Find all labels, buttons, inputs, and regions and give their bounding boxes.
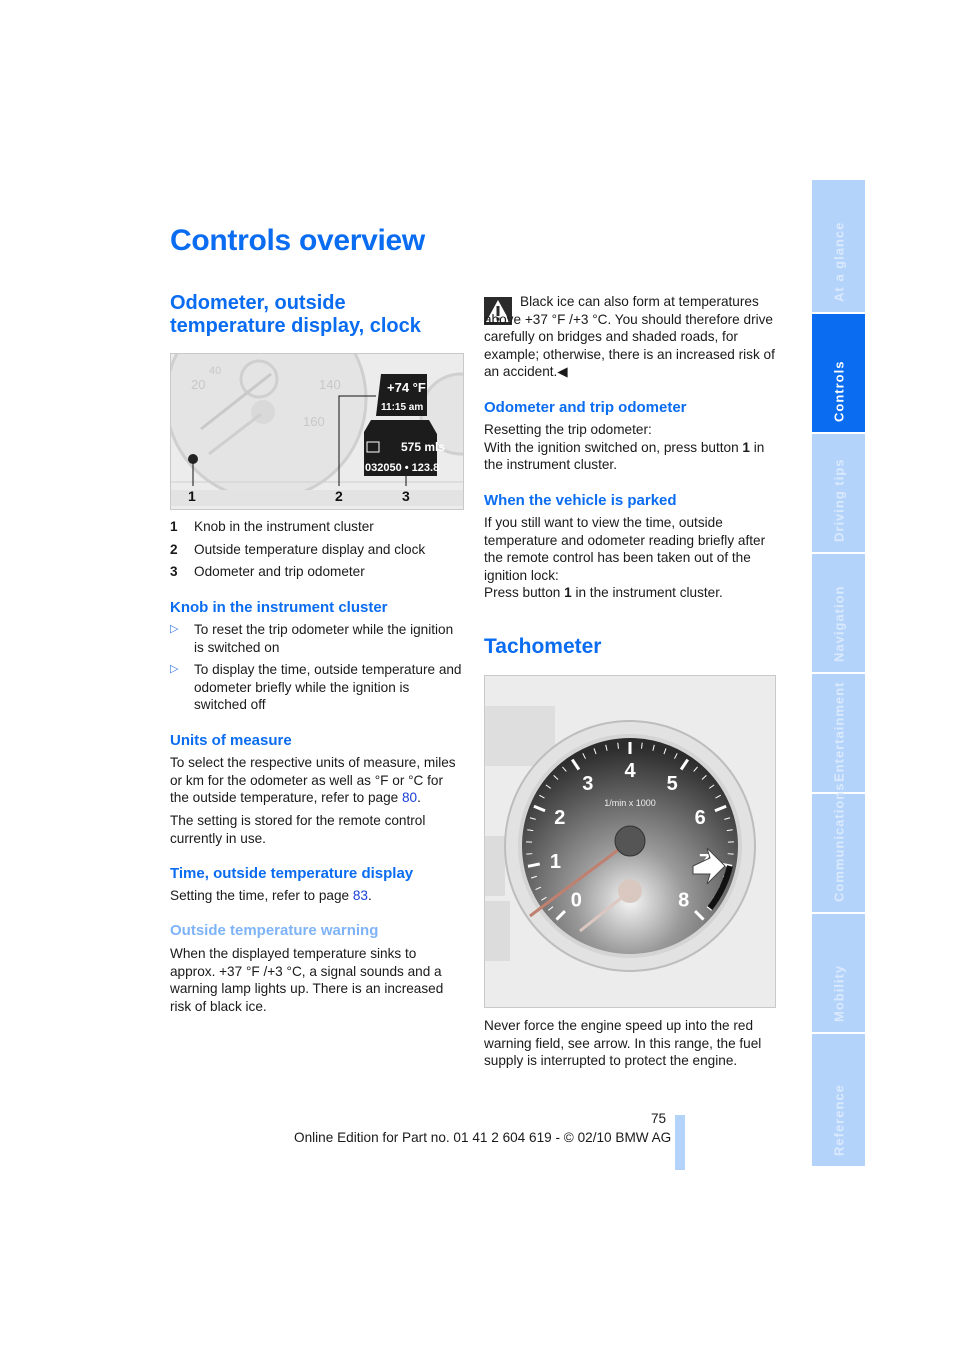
temp-warning-paragraph: When the displayed temperature sinks to … [170, 946, 444, 1014]
tach-number-3: 3 [582, 773, 593, 795]
page-link-80[interactable]: 80 [402, 790, 417, 805]
gauge-label: 40 [209, 365, 221, 377]
tach-minor-tick [641, 742, 643, 749]
callout-2: 2 [335, 488, 343, 504]
odometer-readout: 032050 • 123.8 [365, 462, 439, 474]
tach-number-1: 1 [550, 851, 561, 873]
tachometer-paragraph: Never force the engine speed up into the… [484, 1018, 762, 1069]
figure-legend: 1 Knob in the instrument cluster 2 Outside… [170, 518, 462, 586]
tach-number-5: 5 [667, 773, 678, 795]
black-ice-warning: Black ice can also form at temperatures … [484, 294, 775, 380]
subheading-temp-warning: Outside temperature warning [170, 922, 379, 939]
section-heading-odometer: Odometer, outside temperature display, c… [170, 292, 421, 337]
tach-number-8: 8 [678, 890, 689, 912]
side-tab-at-a-glance[interactable]: At a glance [812, 180, 865, 312]
legend-item: 3 Odometer and trip odometer [170, 564, 365, 580]
side-tab-reference[interactable]: Reference [812, 1034, 865, 1166]
legend-item: 1 Knob in the instrument cluster [170, 519, 374, 534]
legend-item: 2 Outside temperature display and clock [170, 541, 426, 557]
gauge-label: 20 [191, 377, 205, 392]
page-title: Controls overview [170, 224, 425, 257]
instrument-cluster-illustration: 20 40 140 160 +74 °F 11:15 am 575 mls 03… [171, 354, 463, 509]
side-tab-driving-tips[interactable]: Driving tips [812, 434, 865, 552]
subheading-odometer-trip: Odometer and trip odometer [484, 399, 687, 416]
bullet-item: ▷ To reset the trip odometer while the ig… [170, 622, 454, 655]
subheading-units: Units of measure [170, 732, 292, 749]
triangle-bullet-icon: ▷ [170, 663, 179, 676]
page-number: 75 [651, 1111, 667, 1126]
knob-bullet-list: ▷ To reset the trip odometer while the ig… [170, 621, 462, 719]
gauge-label: 140 [319, 377, 341, 392]
bullet-item: ▷ To display the time, outside temperatur… [170, 662, 462, 713]
triangle-bullet-icon: ▷ [170, 623, 179, 635]
side-tab-controls[interactable]: Controls [812, 314, 865, 432]
odometer-trip-paragraph: Resetting the trip odometer: With the ig… [484, 422, 765, 473]
tach-number-4: 4 [624, 760, 636, 782]
tach-minor-tick [617, 742, 619, 749]
time-paragraph: Setting the time, refer to page 83. [170, 888, 372, 903]
range-readout: 575 mls [401, 440, 445, 454]
units-storage-paragraph: The setting is stored for the remote con… [170, 813, 426, 846]
tach-unit-label: 1/min x 1000 [604, 798, 656, 808]
gauge-label: 160 [303, 414, 325, 429]
temp-readout: +74 °F [387, 380, 426, 395]
tach-number-0: 0 [571, 890, 582, 912]
tach-hub [614, 825, 646, 857]
edition-footer: Online Edition for Part no. 01 41 2 604 … [294, 1130, 672, 1145]
tach-number-2: 2 [554, 807, 565, 829]
side-tab-mobility[interactable]: Mobility [812, 914, 865, 1032]
page-link-83[interactable]: 83 [353, 888, 368, 903]
side-tab-entertainment[interactable]: Entertainment [812, 674, 865, 792]
units-paragraph: To select the respective units of measur… [170, 755, 456, 806]
tach-number-6: 6 [695, 807, 706, 829]
tachometer-illustration: 012345678 1/min x 1000 [485, 676, 775, 1007]
side-tab-communications[interactable]: Communications [812, 783, 865, 912]
side-tab-navigation[interactable]: Navigation [812, 554, 865, 672]
subheading-parked: When the vehicle is parked [484, 492, 677, 509]
instrument-cluster-figure: 20 40 140 160 +74 °F 11:15 am 575 mls 03… [170, 353, 464, 510]
clock-readout: 11:15 am [381, 402, 423, 413]
footer-tab-marker [675, 1115, 685, 1170]
subheading-time-display: Time, outside temperature display [170, 865, 414, 882]
subheading-knob: Knob in the instrument cluster [170, 599, 388, 616]
section-heading-tachometer: Tachometer [484, 635, 602, 658]
callout-3: 3 [402, 488, 410, 504]
tachometer-figure: 012345678 1/min x 1000 [484, 675, 776, 1008]
callout-1: 1 [188, 488, 196, 504]
parked-paragraph: If you still want to view the time, outs… [484, 515, 766, 601]
